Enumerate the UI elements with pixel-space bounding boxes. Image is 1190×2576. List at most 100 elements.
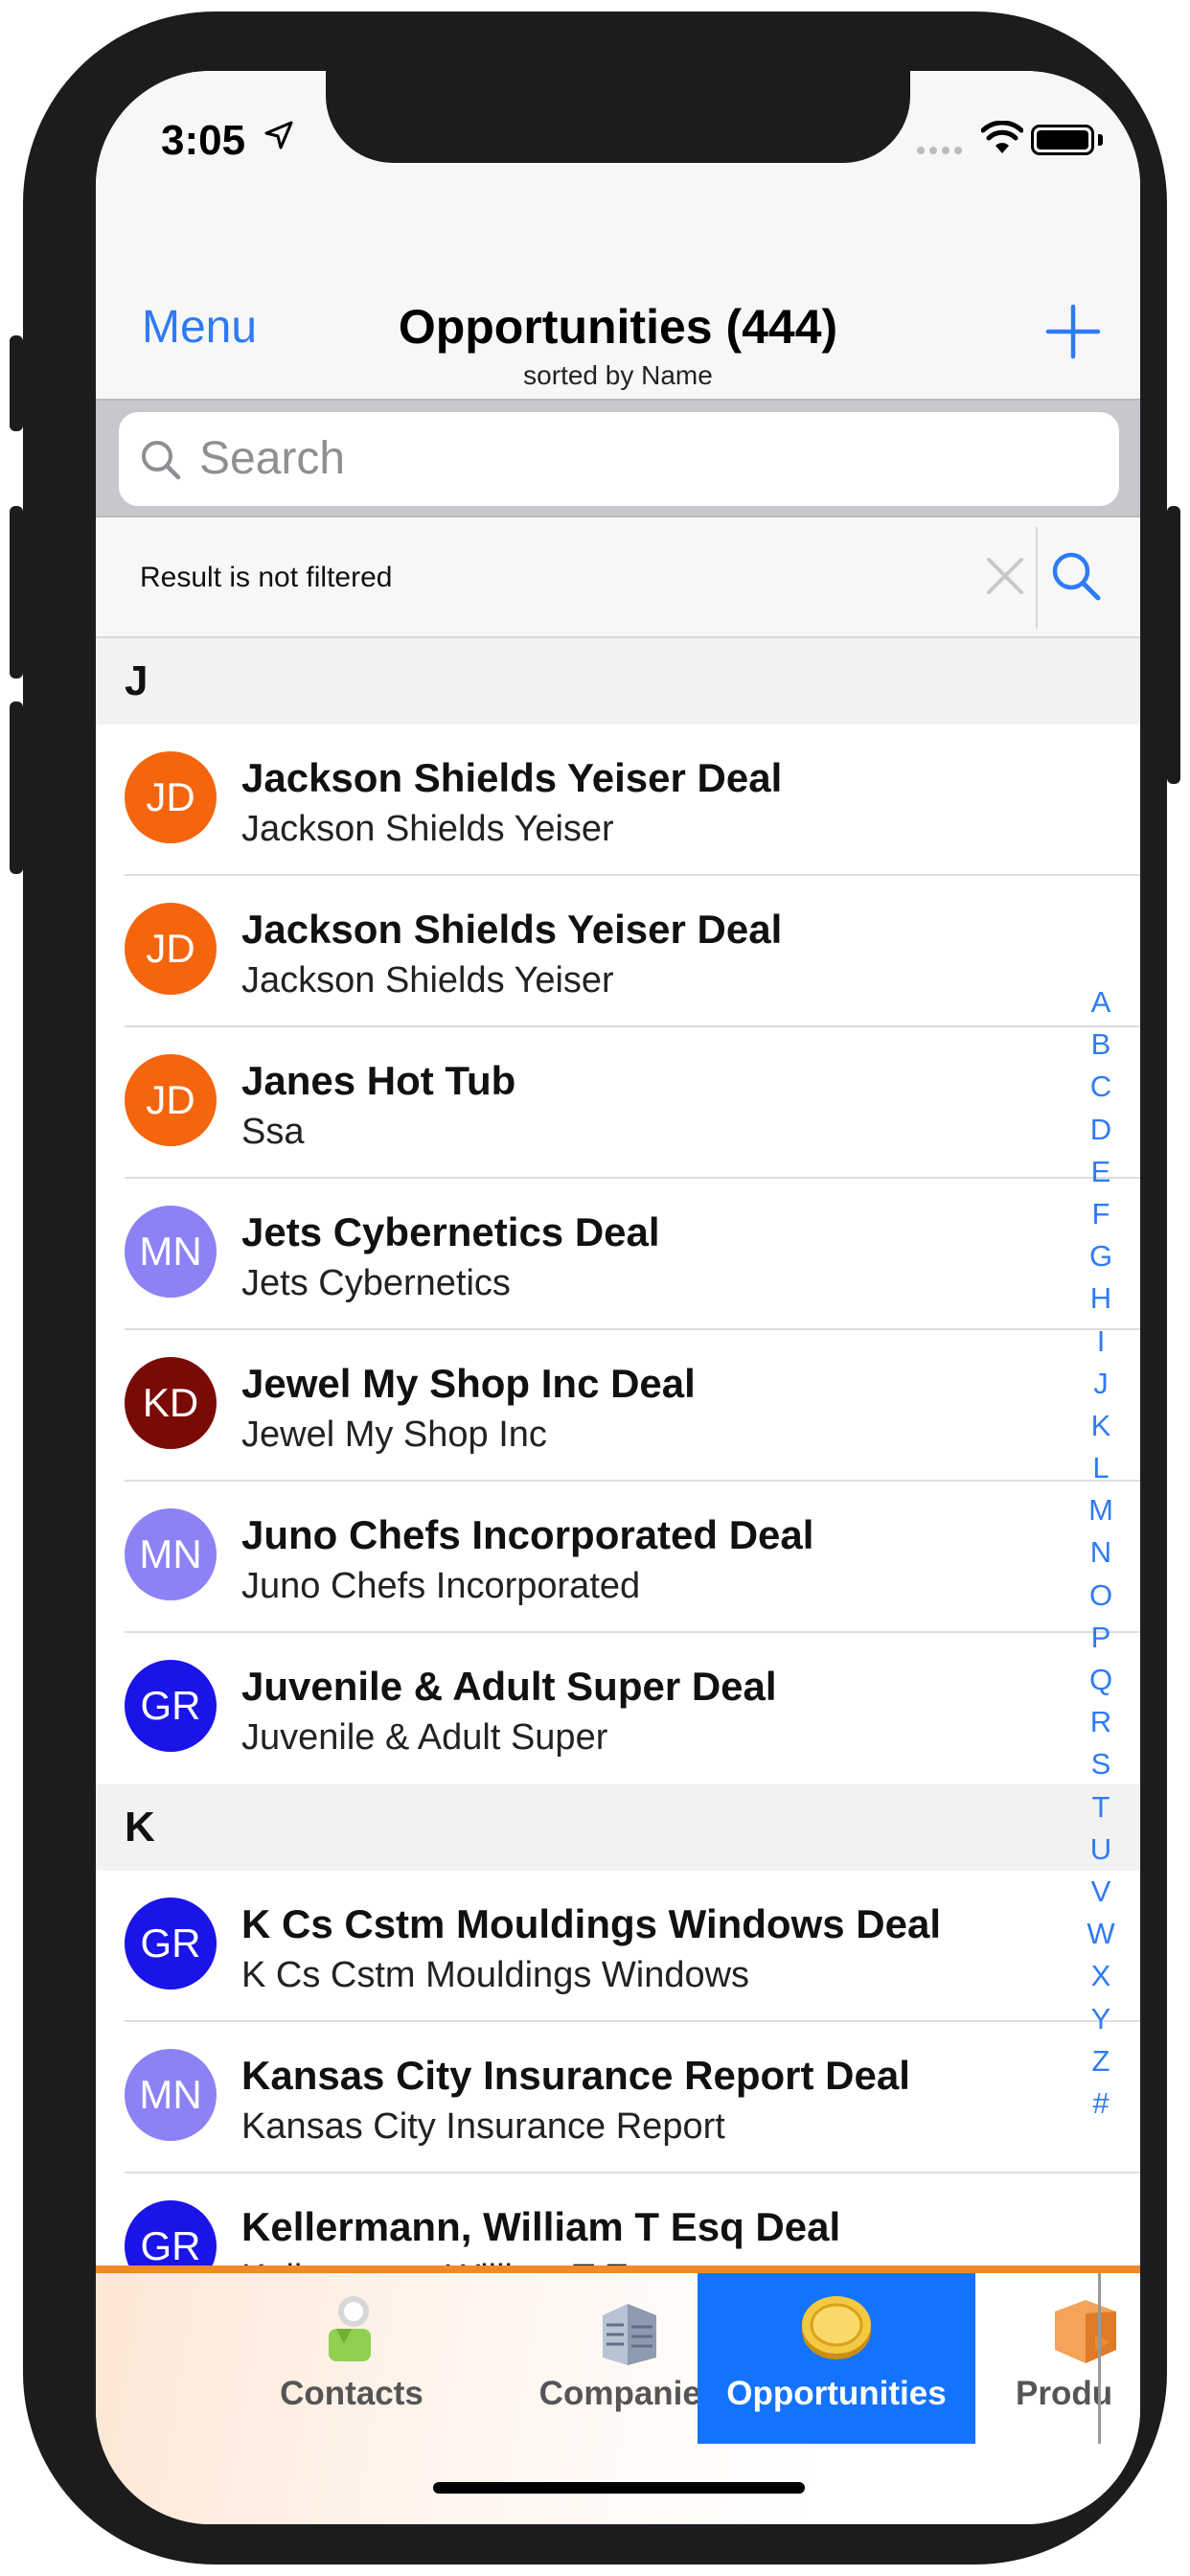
opportunity-company: Jackson Shields Yeiser — [241, 809, 614, 849]
avatar: GR — [125, 1898, 217, 1990]
home-indicator[interactable] — [433, 2482, 805, 2494]
volume-down-button — [10, 702, 23, 874]
tab-label: Produ — [1016, 2375, 1113, 2412]
opportunity-title: Juvenile & Adult Super Deal — [241, 1664, 777, 1709]
index-letter-x[interactable]: X — [1081, 1955, 1121, 1997]
volume-up-button — [10, 506, 23, 678]
opportunity-title: Janes Hot Tub — [241, 1058, 516, 1103]
opportunities-coin-icon — [802, 2296, 871, 2359]
power-button — [1167, 506, 1180, 784]
index-letter-g[interactable]: G — [1081, 1235, 1121, 1277]
status-time: 3:05 — [161, 117, 246, 164]
products-box-icon — [1055, 2300, 1116, 2363]
index-letter-z[interactable]: Z — [1081, 2040, 1121, 2082]
list-item[interactable]: JD Janes Hot Tub Ssa — [96, 1027, 1140, 1179]
companies-icon — [603, 2304, 656, 2365]
search-icon — [142, 441, 181, 480]
opportunity-title: Jewel My Shop Inc Deal — [241, 1361, 696, 1406]
index-letter-f[interactable]: F — [1081, 1193, 1121, 1235]
opportunity-title: Kellermann, William T Esq Deal — [241, 2204, 841, 2249]
index-letter-l[interactable]: L — [1081, 1447, 1121, 1489]
index-letter-t[interactable]: T — [1081, 1786, 1121, 1828]
section-header-j: J — [96, 638, 1140, 724]
filter-row: Result is not filtered — [96, 518, 1140, 638]
index-letter-i[interactable]: I — [1081, 1321, 1121, 1363]
avatar: JD — [125, 903, 217, 995]
alphabet-index[interactable]: A B C D E F G H I J K L M N O P Q R S T … — [1081, 981, 1121, 2125]
list-item[interactable]: MN Jets Cybernetics Deal Jets Cybernetic… — [96, 1179, 1140, 1330]
screen: 3:05 Menu Opportunities (444) sorted by — [96, 71, 1140, 2524]
avatar: MN — [125, 1508, 217, 1600]
index-letter-q[interactable]: Q — [1081, 1659, 1121, 1701]
index-letter-w[interactable]: W — [1081, 1913, 1121, 1955]
notch — [326, 71, 910, 163]
index-letter-d[interactable]: D — [1081, 1109, 1121, 1151]
opportunity-title: Juno Chefs Incorporated Deal — [241, 1512, 814, 1557]
list-item[interactable]: JD Jackson Shields Yeiser Deal Jackson S… — [96, 724, 1140, 876]
opportunity-company: Jackson Shields Yeiser — [241, 960, 614, 1000]
index-letter-n[interactable]: N — [1081, 1531, 1121, 1574]
section-letter: J — [125, 657, 149, 704]
page-title: Opportunities (444) — [398, 300, 838, 354]
avatar: MN — [125, 2049, 217, 2141]
index-letter-hash[interactable]: # — [1081, 2082, 1121, 2125]
tab-label: Contacts — [280, 2375, 423, 2412]
opportunity-title: Jackson Shields Yeiser Deal — [241, 907, 783, 952]
opportunity-title: Jets Cybernetics Deal — [241, 1209, 660, 1254]
search-bar — [96, 399, 1140, 518]
wifi-icon — [981, 121, 1023, 153]
list-item[interactable]: GR Juvenile & Adult Super Deal Juvenile … — [96, 1633, 1140, 1784]
tab-scroll-divider — [1098, 2273, 1101, 2444]
tab-bar: Contacts Companies Opportunities Produ — [96, 2266, 1140, 2524]
opportunity-title: Kansas City Insurance Report Deal — [241, 2053, 910, 2098]
index-letter-u[interactable]: U — [1081, 1828, 1121, 1871]
index-letter-b[interactable]: B — [1081, 1024, 1121, 1066]
sort-subtitle: sorted by Name — [523, 360, 713, 390]
filter-search-icon[interactable] — [1048, 548, 1104, 604]
search-field[interactable] — [119, 412, 1119, 506]
filter-divider — [1036, 527, 1038, 629]
index-letter-e[interactable]: E — [1081, 1151, 1121, 1193]
tab-opportunities[interactable]: Opportunities — [698, 2273, 975, 2444]
index-letter-o[interactable]: O — [1081, 1575, 1121, 1617]
index-letter-m[interactable]: M — [1081, 1489, 1121, 1531]
search-input[interactable] — [199, 427, 1062, 489]
list-item[interactable]: GR K Cs Cstm Mouldings Windows Deal K Cs… — [96, 1871, 1140, 2022]
tab-contacts[interactable]: Contacts — [213, 2273, 491, 2444]
index-letter-y[interactable]: Y — [1081, 1998, 1121, 2040]
opportunity-company: K Cs Cstm Mouldings Windows — [241, 1955, 750, 1995]
list-item[interactable]: KD Jewel My Shop Inc Deal Jewel My Shop … — [96, 1330, 1140, 1482]
clear-filter-icon[interactable] — [981, 552, 1029, 600]
index-letter-h[interactable]: H — [1081, 1277, 1121, 1320]
avatar: JD — [125, 751, 217, 843]
opportunity-company: Kansas City Insurance Report — [241, 2106, 725, 2147]
index-letter-k[interactable]: K — [1081, 1405, 1121, 1447]
avatar: KD — [125, 1357, 217, 1449]
section-header-k: K — [96, 1784, 1140, 1871]
index-letter-j[interactable]: J — [1081, 1363, 1121, 1405]
list-item[interactable]: MN Kansas City Insurance Report Deal Kan… — [96, 2022, 1140, 2174]
tab-products[interactable]: Produ — [993, 2273, 1140, 2444]
opportunity-company: Ssa — [241, 1112, 305, 1152]
index-letter-a[interactable]: A — [1081, 981, 1121, 1024]
avatar: GR — [125, 1660, 217, 1752]
tab-label: Opportunities — [726, 2375, 947, 2412]
battery-icon — [1031, 125, 1094, 155]
index-letter-c[interactable]: C — [1081, 1066, 1121, 1108]
index-letter-v[interactable]: V — [1081, 1871, 1121, 1913]
index-letter-s[interactable]: S — [1081, 1743, 1121, 1785]
avatar: MN — [125, 1206, 217, 1298]
index-letter-r[interactable]: R — [1081, 1701, 1121, 1743]
opportunity-title: K Cs Cstm Mouldings Windows Deal — [241, 1901, 941, 1946]
signal-dots-icon — [917, 147, 962, 154]
mute-switch — [10, 335, 23, 431]
navigation-bar: Menu Opportunities (444) sorted by Name — [96, 215, 1140, 399]
add-icon[interactable] — [1042, 301, 1104, 362]
contacts-icon — [329, 2296, 371, 2361]
battery-cap — [1098, 134, 1103, 146]
list-item[interactable]: JD Jackson Shields Yeiser Deal Jackson S… — [96, 876, 1140, 1027]
phone-frame: 3:05 Menu Opportunities (444) sorted by — [10, 12, 1180, 2564]
list-item[interactable]: MN Juno Chefs Incorporated Deal Juno Che… — [96, 1482, 1140, 1633]
index-letter-p[interactable]: P — [1081, 1617, 1121, 1659]
section-letter: K — [125, 1804, 155, 1851]
